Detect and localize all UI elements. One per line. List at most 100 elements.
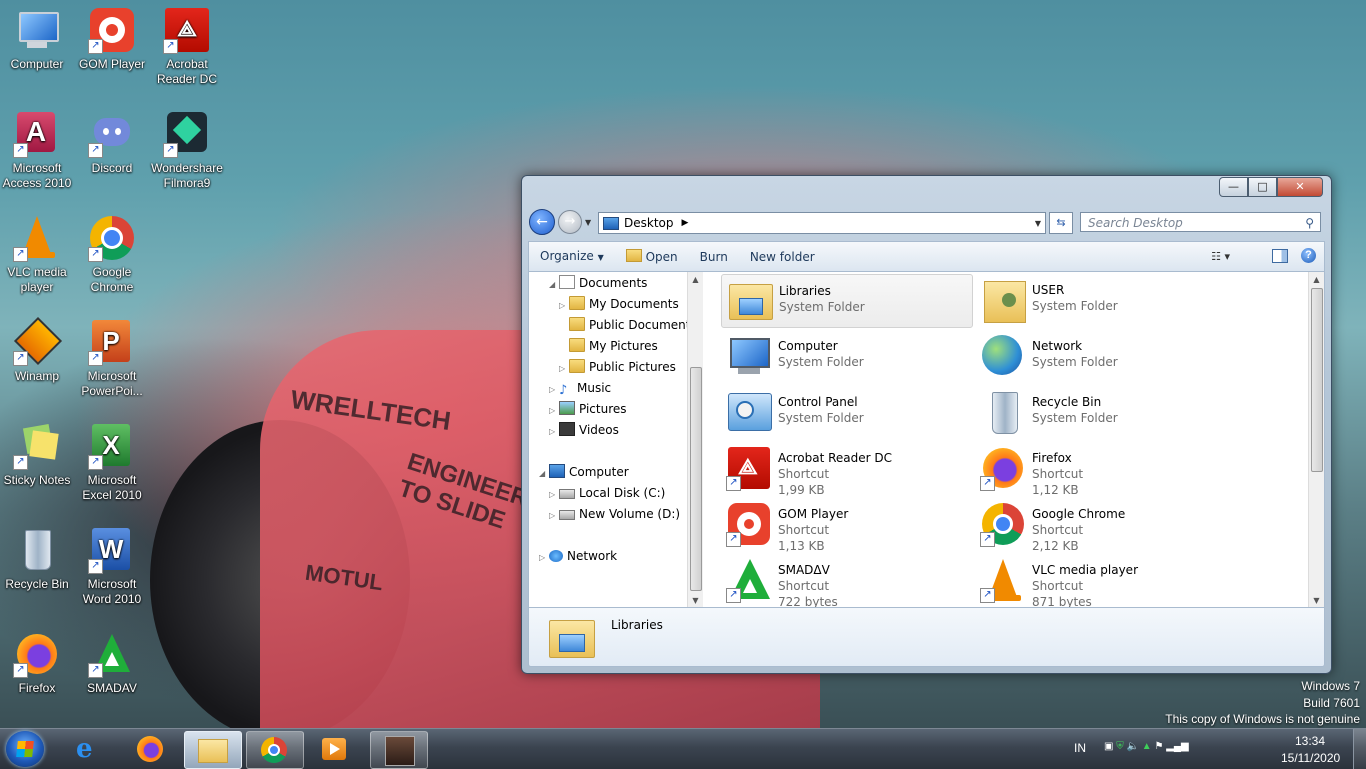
file-item[interactable]: Libraries System Folder bbox=[721, 274, 973, 328]
smadav-icon: ↗ bbox=[726, 557, 772, 603]
organize-button[interactable]: Organize ▼ bbox=[529, 242, 615, 272]
tree-item-documents[interactable]: ◢ Documents bbox=[549, 273, 647, 293]
taskbar-internet-explorer[interactable]: e bbox=[62, 731, 118, 767]
file-item[interactable]: ↗ Firefox Shortcut 1,12 KB bbox=[975, 442, 1225, 497]
file-item-type: Shortcut bbox=[778, 523, 830, 537]
scrollbar-thumb[interactable] bbox=[690, 367, 702, 591]
change-view-icon[interactable]: ☷ ▾ bbox=[1211, 250, 1230, 263]
volume-icon[interactable]: 🔈 bbox=[1127, 741, 1139, 752]
desktop-icon-winamp[interactable]: ↗ Winamp bbox=[0, 312, 74, 384]
minimize-button[interactable]: — bbox=[1219, 177, 1248, 197]
address-bar[interactable]: Desktop ▶ ▼ bbox=[598, 212, 1046, 234]
new-folder-button[interactable]: New folder bbox=[739, 243, 826, 271]
taskbar-chrome[interactable] bbox=[246, 731, 304, 769]
show-desktop-button[interactable] bbox=[1353, 729, 1366, 769]
tree-item-music[interactable]: ▷ ♪ Music bbox=[549, 378, 611, 398]
game-icon bbox=[385, 736, 415, 766]
tree-item-computer[interactable]: ◢ Computer bbox=[539, 462, 629, 482]
desktop-icon-firefox[interactable]: ↗ Firefox bbox=[0, 624, 74, 696]
address-dropdown-icon[interactable]: ▼ bbox=[1035, 219, 1041, 228]
tree-item-network[interactable]: ▷ Network bbox=[539, 546, 617, 566]
close-button[interactable]: ✕ bbox=[1277, 177, 1323, 197]
desktop-icon-filmora[interactable]: ↗ Wondershare Filmora9 bbox=[150, 104, 224, 191]
libraries-icon bbox=[549, 616, 595, 658]
file-item[interactable]: ⟁ ↗ Acrobat Reader DC Shortcut 1,99 KB bbox=[721, 442, 971, 497]
desktop-icon-gom-player[interactable]: ↗ GOM Player bbox=[75, 0, 149, 72]
file-item[interactable]: Control Panel System Folder bbox=[721, 386, 971, 438]
tree-item-local-disk[interactable]: ▷ Local Disk (C:) bbox=[549, 483, 665, 503]
recent-pages-icon[interactable]: ▼ bbox=[585, 218, 591, 227]
scrollbar-thumb[interactable] bbox=[1311, 288, 1323, 472]
open-button[interactable]: Open bbox=[615, 243, 689, 271]
tree-item-pictures[interactable]: ▷ Pictures bbox=[549, 399, 627, 419]
vlc-icon: ↗ bbox=[980, 557, 1026, 603]
action-center-icon[interactable]: ⚑ bbox=[1154, 741, 1163, 752]
forward-button[interactable]: → bbox=[558, 210, 582, 234]
navigation-pane-scrollbar[interactable]: ▲ ▼ bbox=[687, 272, 703, 608]
file-item[interactable]: ↗ SMADΔV Shortcut 722 bytes bbox=[721, 554, 971, 608]
discord-icon: ↗ bbox=[88, 110, 136, 158]
shield-icon[interactable]: ⛨ bbox=[1116, 741, 1124, 752]
desktop-icon-access[interactable]: A ↗ Microsoft Access 2010 bbox=[0, 104, 74, 191]
search-input[interactable]: Search Desktop ⚲ bbox=[1080, 212, 1321, 232]
start-button[interactable] bbox=[6, 731, 44, 767]
word-icon: W ↗ bbox=[88, 526, 136, 574]
breadcrumb-arrow-icon[interactable]: ▶ bbox=[682, 218, 689, 228]
desktop-icon-computer[interactable]: Computer bbox=[0, 0, 74, 72]
tree-item-public-documents[interactable]: Public Documents bbox=[559, 315, 687, 335]
help-icon[interactable]: ? bbox=[1301, 248, 1316, 263]
refresh-button[interactable]: ⇆ bbox=[1049, 212, 1073, 234]
desktop-icon-word[interactable]: W ↗ Microsoft Word 2010 bbox=[75, 520, 149, 607]
tree-item-new-volume[interactable]: ▷ New Volume (D:) bbox=[549, 504, 680, 524]
desktop-icon-vlc[interactable]: ↗ VLC media player bbox=[0, 208, 74, 295]
file-item-type: System Folder bbox=[1032, 299, 1118, 313]
language-indicator[interactable]: IN bbox=[1074, 741, 1086, 755]
burn-button[interactable]: Burn bbox=[689, 243, 739, 271]
file-item-name: GOM Player bbox=[778, 507, 849, 521]
gom-player-icon: ↗ bbox=[726, 501, 772, 547]
tree-item-public-pictures[interactable]: ▷ Public Pictures bbox=[559, 357, 676, 377]
address-desktop[interactable]: Desktop bbox=[624, 216, 674, 230]
file-item-size: 2,12 KB bbox=[1032, 539, 1079, 553]
taskbar-firefox[interactable] bbox=[123, 731, 179, 767]
epic-games-icon[interactable]: ▣ bbox=[1104, 741, 1113, 752]
file-item[interactable]: USER System Folder bbox=[975, 274, 1225, 326]
desktop-icon-chrome[interactable]: ↗ Google Chrome bbox=[75, 208, 149, 295]
smadav-tray-icon[interactable]: ▲ bbox=[1142, 741, 1152, 752]
tree-item-my-pictures[interactable]: My Pictures bbox=[559, 336, 658, 356]
file-item[interactable]: ↗ Google Chrome Shortcut 2,12 KB bbox=[975, 498, 1225, 553]
tree-item-my-documents[interactable]: ▷ My Documents bbox=[559, 294, 679, 314]
music-icon: ♪ bbox=[559, 383, 568, 398]
file-item[interactable]: Network System Folder bbox=[975, 330, 1225, 382]
desktop-icon-sticky-notes[interactable]: ↗ Sticky Notes bbox=[0, 416, 74, 488]
file-item-type: System Folder bbox=[779, 300, 865, 314]
clock-date[interactable]: 15/11/2020 bbox=[1281, 751, 1340, 765]
file-item[interactable]: Computer System Folder bbox=[721, 330, 971, 382]
network-signal-icon[interactable]: ▂▄▆ bbox=[1166, 741, 1188, 752]
taskbar-media-player[interactable] bbox=[307, 731, 363, 767]
chrome-icon: ↗ bbox=[88, 214, 136, 262]
file-item[interactable]: ↗ GOM Player Shortcut 1,13 KB bbox=[721, 498, 971, 553]
preview-pane-icon[interactable] bbox=[1272, 249, 1288, 263]
file-item[interactable]: Recycle Bin System Folder bbox=[975, 386, 1225, 438]
desktop-icon-excel[interactable]: X ↗ Microsoft Excel 2010 bbox=[75, 416, 149, 503]
firefox-icon: ↗ bbox=[13, 630, 61, 678]
file-list-scrollbar[interactable]: ▲ ▼ bbox=[1308, 272, 1324, 608]
desktop-icon-smadav[interactable]: ↗ SMADAV bbox=[75, 624, 149, 696]
search-icon[interactable]: ⚲ bbox=[1305, 213, 1314, 233]
taskbar-file-explorer[interactable] bbox=[184, 731, 242, 769]
desktop-icon-discord[interactable]: ↗ Discord bbox=[75, 104, 149, 176]
taskbar-game[interactable] bbox=[370, 731, 428, 769]
back-button[interactable]: ← bbox=[529, 209, 555, 235]
clock-time[interactable]: 13:34 bbox=[1295, 734, 1325, 748]
explorer-window[interactable]: — □ ✕ ← → ▼ Desktop ▶ ▼ ⇆ Search Desktop… bbox=[521, 175, 1332, 674]
firefox-icon: ↗ bbox=[980, 445, 1026, 491]
file-item-size: 1,13 KB bbox=[778, 539, 825, 553]
maximize-button[interactable]: □ bbox=[1248, 177, 1277, 197]
file-item[interactable]: ↗ VLC media player Shortcut 871 bytes bbox=[975, 554, 1225, 608]
tree-item-videos[interactable]: ▷ Videos bbox=[549, 420, 619, 440]
desktop-icon-acrobat[interactable]: ⟁ ↗ Acrobat Reader DC bbox=[150, 0, 224, 87]
folder-icon bbox=[569, 296, 585, 310]
desktop-icon-powerpoint[interactable]: P ↗ Microsoft PowerPoi... bbox=[75, 312, 149, 399]
desktop-icon-recycle-bin[interactable]: Recycle Bin bbox=[0, 520, 74, 592]
